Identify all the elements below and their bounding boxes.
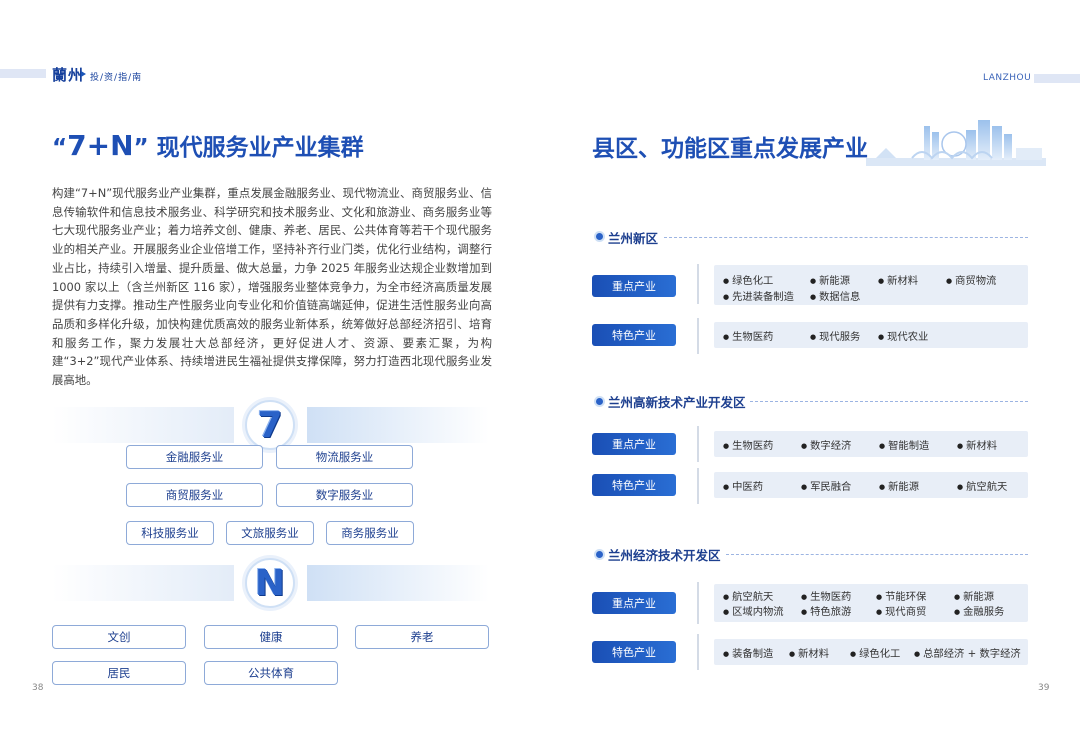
industry-item: 生物医药 [723,328,773,343]
tag-key-industry: 重点产业 [592,433,676,455]
section-dot-icon [596,551,603,558]
industry-item: 新材料 [878,272,918,287]
seven-badge: 7 [245,400,295,450]
industry-item: 新能源 [879,478,919,493]
title-quote-close: ” [133,135,149,161]
vertical-divider [697,264,699,304]
n-item: 公共体育 [204,661,338,685]
header-lanzhou: LANZHOU [983,73,1032,83]
industry-item: 绿色化工 [723,272,773,287]
industry-item: 现代服务 [810,328,860,343]
industry-item: 航空航天 [957,478,1007,493]
industry-item: 金融服务 [954,603,1004,618]
industry-item: 绿色化工 [850,645,900,660]
right-page-title: 县区、功能区重点发展产业 [592,136,868,162]
n-item: 文创 [52,625,186,649]
header-strip-left [0,69,46,78]
intro-paragraph: 构建“7+N”现代服务业产业集群，重点发展金融服务业、现代物流业、商贸服务业、信… [52,186,492,388]
n-band-left [52,565,234,601]
brand-subtitle: 投/资/指/南 [90,73,143,83]
section-divider [750,401,1028,402]
tag-featured-industry: 特色产业 [592,641,676,663]
industry-item: 新能源 [954,588,994,603]
tag-key-industry: 重点产业 [592,275,676,297]
vertical-divider [697,634,699,670]
tag-key-industry: 重点产业 [592,592,676,614]
vertical-divider [697,318,699,354]
industry-item: 节能环保 [876,588,926,603]
n-item: 养老 [355,625,489,649]
tag-featured-industry: 特色产业 [592,474,676,496]
industry-item: 生物医药 [723,437,773,452]
industry-item: 生物医药 [801,588,851,603]
n-item: 健康 [204,625,338,649]
title-quote-open: “ [52,135,68,161]
industry-box: 绿色化工 新能源 新材料 商贸物流 先进装备制造 数据信息 [714,265,1028,305]
industry-item: 航空航天 [723,588,773,603]
page-number-right: 39 [1038,683,1050,693]
section-divider [664,237,1028,238]
page-number-left: 38 [32,683,44,693]
n-item: 居民 [52,661,186,685]
industry-box: 生物医药 数字经济 智能制造 新材料 [714,431,1028,457]
industry-item: 现代商贸 [876,603,926,618]
industry-box: 生物医药 现代服务 现代农业 [714,322,1028,348]
industry-item: 智能制造 [879,437,929,452]
industry-item: 军民融合 [801,478,851,493]
section-divider [726,554,1028,555]
title-text: 现代服务业产业集群 [156,135,364,161]
industry-item: 先进装备制造 [723,288,794,303]
industry-item: 装备制造 [723,645,773,660]
seven-item: 科技服务业 [126,521,214,545]
industry-item: 数据信息 [810,288,860,303]
header-strip-right [1034,74,1080,83]
section-title: 兰州新区 [608,231,659,246]
seven-item: 物流服务业 [276,445,413,469]
vertical-divider [697,582,699,624]
vertical-divider [697,468,699,504]
n-badge: N [245,558,295,608]
n-band-right [307,565,489,601]
seven-item: 数字服务业 [276,483,413,507]
industry-item: 特色旅游 [801,603,851,618]
industry-item: 数字经济 [801,437,851,452]
industry-item: 新材料 [957,437,997,452]
section-title: 兰州经济技术开发区 [608,548,721,563]
industry-item: 区域内物流 [723,603,783,618]
tag-featured-industry: 特色产业 [592,324,676,346]
left-page-title: “7+N” 现代服务业产业集群 [52,128,364,162]
seven-item: 商务服务业 [326,521,414,545]
industry-box: 装备制造 新材料 绿色化工 总部经济 + 数字经济 [714,639,1028,665]
skyline-illustration [866,120,1046,166]
industry-item: 现代农业 [878,328,928,343]
section-dot-icon [596,398,603,405]
seven-band-right [307,407,489,443]
industry-box: 航空航天 生物医药 节能环保 新能源 区域内物流 特色旅游 现代商贸 金融服务 [714,584,1028,622]
seven-item: 商贸服务业 [126,483,263,507]
seven-item: 文旅服务业 [226,521,314,545]
seven-item: 金融服务业 [126,445,263,469]
industry-item: 新能源 [810,272,850,287]
industry-item: 商贸物流 [946,272,996,287]
brand-logo: 蘭州 [52,66,85,84]
title-number: 7+N [67,129,134,162]
industry-item: 中医药 [723,478,763,493]
seven-band-left [52,407,234,443]
vertical-divider [697,426,699,462]
section-dot-icon [596,233,603,240]
industry-item: 总部经济 + 数字经济 [914,645,1021,660]
triangle-icon [81,71,86,77]
industry-item: 新材料 [789,645,829,660]
section-title: 兰州高新技术产业开发区 [608,395,746,410]
industry-box: 中医药 军民融合 新能源 航空航天 [714,472,1028,498]
